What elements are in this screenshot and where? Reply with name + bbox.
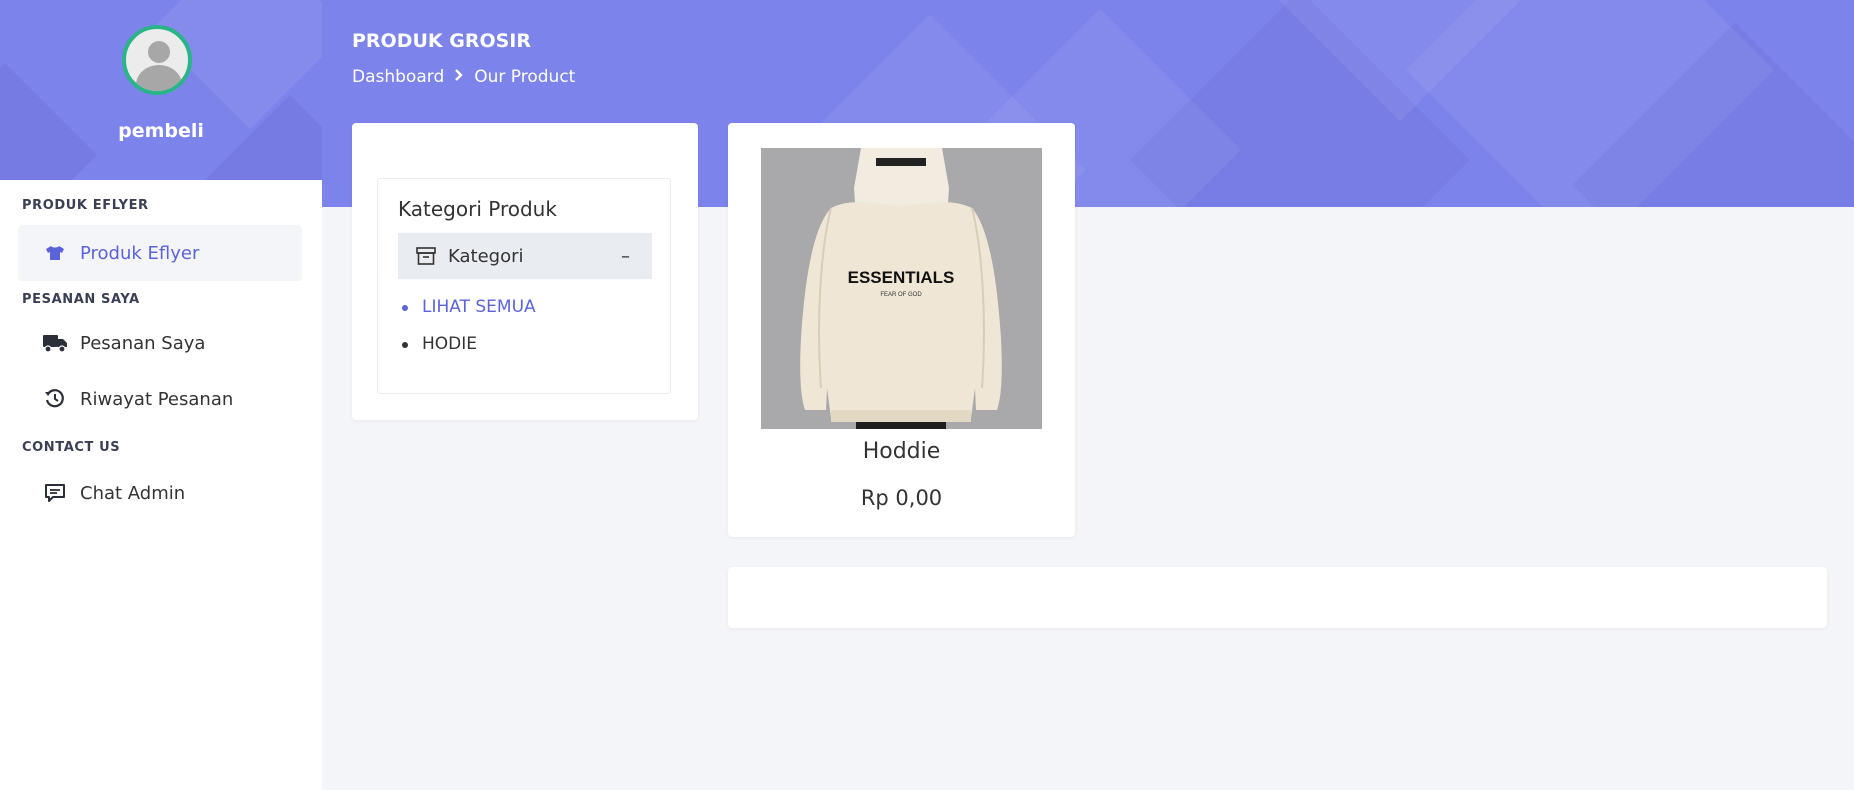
sidebar: pembeli PRODUK EFLYER Produk Eflyer PESA… (0, 0, 322, 790)
section-pesanan-saya: PESANAN SAYA (22, 292, 140, 307)
avatar[interactable] (122, 25, 192, 95)
sidebar-item-label: Pesanan Saya (80, 332, 206, 354)
section-contact-us: CONTACT US (22, 440, 121, 455)
product-name[interactable]: Hoddie (728, 439, 1075, 464)
chat-icon (40, 483, 70, 503)
sidebar-item-produk-eflyer[interactable]: Produk Eflyer (18, 225, 302, 281)
breadcrumb-our-product: Our Product (474, 67, 576, 87)
sidebar-item-pesanan-saya[interactable]: Pesanan Saya (18, 315, 302, 371)
collapse-icon[interactable]: – (621, 246, 630, 267)
chevron-right-icon (454, 69, 464, 85)
product-brand-print: ESSENTIALS (848, 268, 955, 287)
kategori-list: LIHAT SEMUA HODIE (398, 289, 536, 363)
profile-panel: pembeli (0, 0, 322, 180)
username: pembeli (118, 120, 204, 142)
sidebar-item-riwayat-pesanan[interactable]: Riwayat Pesanan (18, 371, 302, 427)
breadcrumb-dashboard[interactable]: Dashboard (352, 67, 444, 87)
product-price: Rp 0,00 (860, 486, 943, 510)
product-card[interactable]: ESSENTIALS FEAR OF GOD Hoddie Rp 0,00 (728, 123, 1075, 537)
truck-icon (40, 333, 70, 353)
shirt-icon (40, 245, 70, 261)
archive-icon (416, 247, 436, 265)
product-subtext-print: FEAR OF GOD (880, 292, 922, 298)
sidebar-item-label: Riwayat Pesanan (80, 388, 234, 410)
sidebar-item-label: Produk Eflyer (80, 242, 200, 264)
kategori-accordion-label: Kategori (448, 245, 524, 267)
page-title: PRODUK GROSIR (352, 30, 532, 52)
kategori-accordion-header[interactable]: Kategori – (398, 233, 652, 279)
kategori-item-hodie[interactable]: HODIE (402, 326, 536, 363)
kategori-panel: Kategori Produk Kategori – LIHAT SEMUA H… (377, 178, 671, 394)
sidebar-item-label: Chat Admin (80, 482, 186, 504)
kategori-card: Kategori Produk Kategori – LIHAT SEMUA H… (352, 123, 698, 420)
breadcrumb: Dashboard Our Product (352, 67, 575, 87)
kategori-item-lihat-semua[interactable]: LIHAT SEMUA (402, 289, 536, 326)
sidebar-item-chat-admin[interactable]: Chat Admin (18, 465, 302, 521)
product-image[interactable]: ESSENTIALS FEAR OF GOD (761, 148, 1042, 429)
pagination-card (728, 567, 1827, 628)
history-icon (40, 388, 70, 410)
section-produk-eflyer: PRODUK EFLYER (22, 198, 149, 213)
kategori-title: Kategori Produk (398, 197, 557, 221)
